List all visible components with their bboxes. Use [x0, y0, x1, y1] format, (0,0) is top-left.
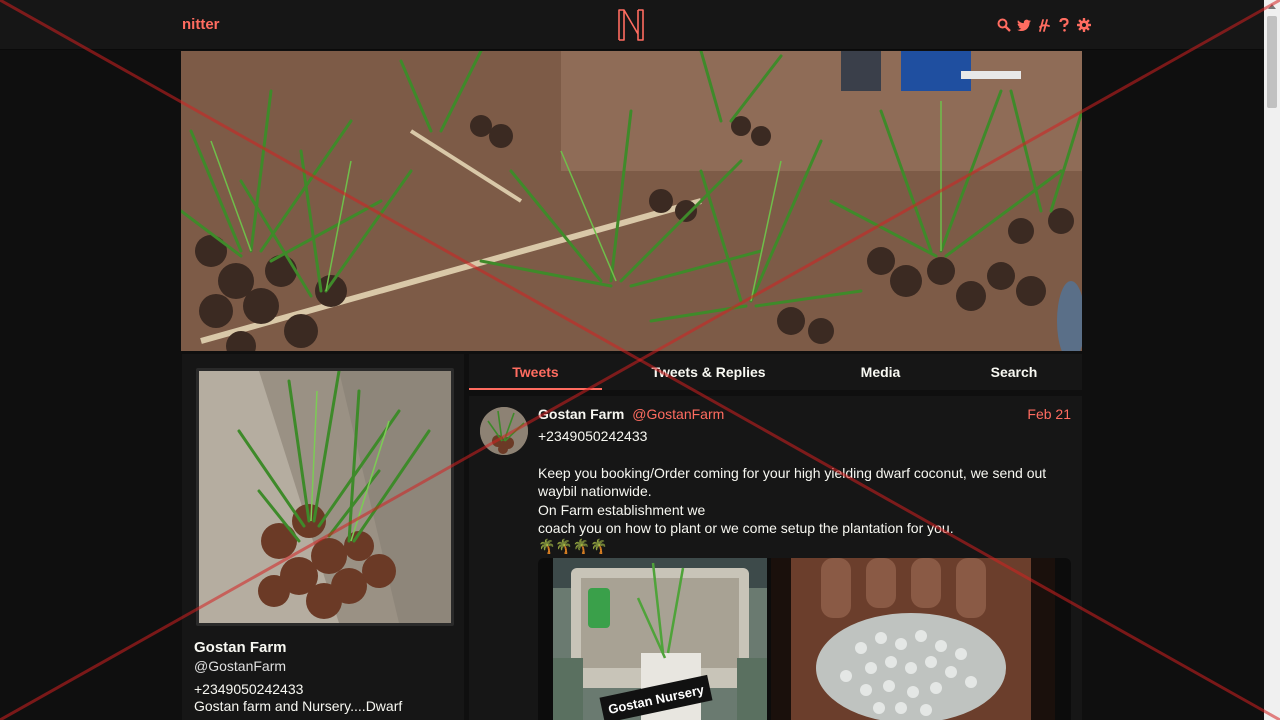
tweet-content: +2349050242433 Keep you booking/Order co…: [538, 428, 1047, 555]
profile-banner-image[interactable]: [181, 51, 1082, 351]
tab-tweets[interactable]: Tweets: [469, 354, 602, 390]
scrollbar-thumb[interactable]: [1267, 16, 1277, 108]
profile-username[interactable]: @GostanFarm: [194, 658, 286, 674]
nitter-logo-icon[interactable]: [616, 8, 646, 42]
profile-bio-line: Gostan farm and Nursery....Dwarf: [194, 698, 403, 714]
help-icon[interactable]: [1057, 17, 1071, 33]
scroll-up-arrow-icon[interactable]: [1268, 4, 1276, 9]
brand-link[interactable]: nitter: [182, 16, 220, 33]
tweet-username[interactable]: @GostanFarm: [632, 406, 724, 422]
twitter-bird-icon[interactable]: [1017, 17, 1031, 33]
tab-tweets-and-replies[interactable]: Tweets & Replies: [602, 354, 815, 390]
tweet-fullname[interactable]: Gostan Farm: [538, 406, 624, 422]
gear-icon[interactable]: [1077, 17, 1091, 33]
profile-card: Gostan Farm @GostanFarm +2349050242433 G…: [182, 354, 464, 720]
tweet-item[interactable]: Gostan Farm @GostanFarm Feb 21 +23490502…: [469, 396, 1082, 720]
tweet-avatar[interactable]: [480, 407, 528, 455]
tweet-media-image[interactable]: [771, 558, 1055, 720]
search-icon[interactable]: [997, 17, 1011, 33]
top-navbar: nitter: [0, 0, 1264, 50]
rss-icon[interactable]: [1037, 17, 1051, 33]
nav-icon-group: [997, 14, 1091, 36]
tweet-media-image[interactable]: Gostan Nursery: [553, 558, 767, 720]
profile-avatar-image[interactable]: [199, 371, 451, 623]
timeline-tabs: Tweets Tweets & Replies Media Search: [469, 354, 1082, 390]
profile-avatar[interactable]: [196, 368, 454, 626]
profile-fullname[interactable]: Gostan Farm: [194, 639, 287, 656]
tab-search[interactable]: Search: [946, 354, 1082, 390]
profile-bio: +2349050242433 Gostan farm and Nursery..…: [194, 681, 454, 715]
tweet-date[interactable]: Feb 21: [1027, 406, 1071, 422]
tweet-header: Gostan Farm @GostanFarm Feb 21: [538, 406, 1071, 424]
page-scrollbar[interactable]: [1264, 0, 1280, 720]
tab-media[interactable]: Media: [815, 354, 946, 390]
profile-bio-line: +2349050242433: [194, 681, 304, 697]
tweet-media-gallery: Gostan Nursery: [538, 558, 1071, 720]
